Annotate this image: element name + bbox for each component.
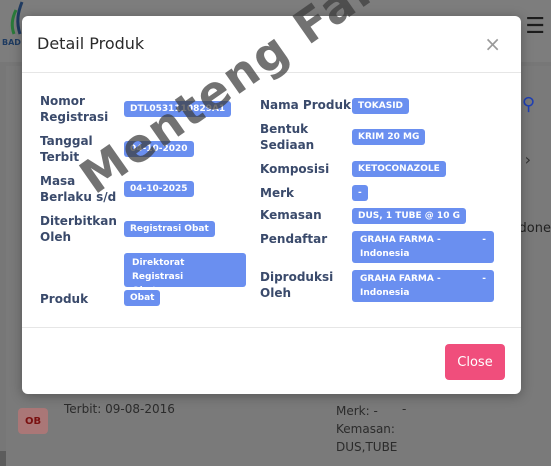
value-dash: - (482, 235, 486, 245)
modal-body: Nomor Registrasi DTL0531110829A1 Tanggal… (22, 73, 521, 327)
modal-title: Detail Produk (37, 34, 145, 53)
product-badge: OB (18, 408, 48, 434)
background-terbit-text: Terbit: 09-08-2016 (64, 402, 175, 416)
background-side-text: done (518, 221, 551, 236)
value-line: Indonesia (360, 249, 410, 259)
label-line: Produk (40, 292, 89, 306)
value-bentuk-sediaan: KRIM 20 MG (352, 129, 426, 145)
label-line: Oleh (40, 230, 71, 244)
value-diproduksi-oleh: GRAHA FARMA - - Indonesia (352, 270, 494, 302)
value-diterbitkan-oleh: Registrasi Obat (124, 221, 215, 237)
label-kemasan: Kemasan (260, 208, 322, 222)
label-diproduksi-oleh: Diproduksi Oleh (260, 269, 333, 301)
value-line: Direktorat Registrasi (132, 258, 185, 282)
kemasan-value-line: DUS,TUBE (336, 440, 398, 454)
close-button[interactable]: Close (445, 344, 505, 380)
value-nama-produk: TOKASID (352, 98, 410, 114)
value-pendaftar: GRAHA FARMA - - Indonesia (352, 231, 494, 263)
background-merk-text: Merk: - Kemasan: DUS,TUBE (336, 402, 397, 456)
chevron-right-icon[interactable]: › (525, 150, 531, 169)
value-masa-berlaku: 04-10-2025 (124, 181, 194, 197)
search-icon[interactable]: ⚲ (522, 94, 535, 115)
label-diterbitkan-oleh: Diterbitkan Oleh (40, 213, 117, 245)
label-line: Oleh (260, 286, 291, 300)
value-text: GRAHA FARMA - (360, 274, 441, 284)
label-line: Diterbitkan (40, 214, 117, 228)
label-line: Registrasi (40, 110, 109, 124)
kemasan-line: Kemasan: (336, 422, 395, 436)
close-icon[interactable]: × (484, 34, 501, 54)
value-dash: - (482, 274, 486, 284)
value-line: Indonesia (360, 288, 410, 298)
label-line: Diproduksi (260, 270, 334, 284)
label-line: Bentuk (260, 122, 309, 136)
value-line: GRAHA FARMA - - (360, 233, 486, 247)
value-produk: Obat (124, 290, 161, 306)
value-merk: - (352, 185, 368, 201)
label-line: Tanggal (40, 134, 93, 148)
label-produk: Produk (40, 291, 88, 307)
label-line: Nomor (40, 94, 85, 108)
label-pendaftar: Pendaftar (260, 232, 328, 246)
logo-text: BAD (2, 38, 21, 47)
label-komposisi: Komposisi (260, 162, 330, 176)
value-direktorat: Direktorat Registrasi Obat (124, 253, 246, 296)
value-komposisi: KETOCONAZOLE (352, 161, 446, 177)
merk-line: Merk: - (336, 404, 378, 418)
label-nomor-registrasi: Nomor Registrasi (40, 93, 108, 125)
value-text: GRAHA FARMA - (360, 235, 441, 245)
background-dash: - (402, 402, 407, 416)
menu-icon[interactable]: ☰ (525, 14, 545, 39)
label-bentuk-sediaan: Bentuk Sediaan (260, 121, 314, 153)
value-line: GRAHA FARMA - - (360, 272, 486, 286)
label-nama-produk: Nama Produk (260, 98, 351, 112)
label-merk: Merk (260, 186, 294, 200)
value-kemasan: DUS, 1 TUBE @ 10 G (352, 208, 466, 224)
modal-footer: Close (22, 327, 521, 395)
label-line: Sediaan (260, 138, 315, 152)
